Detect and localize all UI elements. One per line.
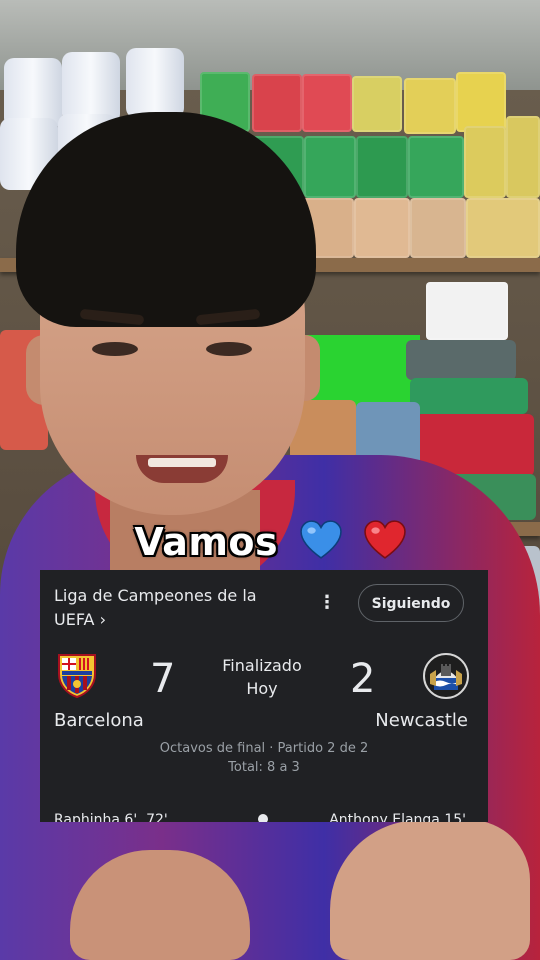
match-round-info: Octavos de final · Partido 2 de 2 Total:… [40, 739, 488, 777]
fc-barcelona-crest[interactable] [56, 652, 98, 699]
blue-heart-icon [300, 520, 342, 569]
round-label: Octavos de final · Partido 2 de 2 [159, 741, 369, 756]
home-team-name[interactable]: Barcelona [54, 710, 144, 731]
red-heart-icon [363, 520, 406, 569]
home-scorers: Raphinha 6', 72' [54, 812, 168, 822]
match-result-card: Liga de Campeones de la UEFA › ⋮ Siguien… [40, 570, 488, 822]
status-finished: Finalizado [222, 656, 302, 675]
newcastle-crest[interactable] [422, 652, 470, 700]
following-button[interactable]: Siguiendo [358, 584, 464, 622]
eye [92, 342, 138, 356]
match-status: Finalizado Hoy [208, 654, 316, 700]
soccer-ball-icon [258, 814, 268, 822]
eye [206, 342, 252, 356]
more-vert-icon[interactable]: ⋮ [318, 592, 336, 614]
away-team-name[interactable]: Newcastle [375, 710, 468, 731]
away-scorers: Anthony Elanga 15' [329, 812, 466, 822]
home-score: 7 [150, 656, 176, 702]
aggregate-label: Total: 8 a 3 [228, 760, 300, 775]
caption-text: Vamos [134, 520, 279, 564]
competition-link[interactable]: Liga de Campeones de la UEFA › [54, 584, 284, 632]
status-date: Hoy [246, 679, 278, 698]
video-caption: Vamos [0, 520, 540, 569]
teeth [148, 458, 216, 467]
away-score: 2 [350, 656, 376, 702]
hair [16, 112, 316, 327]
